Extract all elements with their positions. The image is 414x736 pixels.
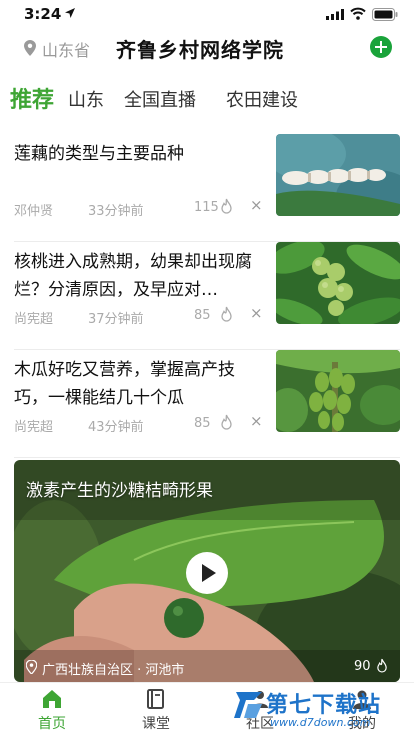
nav-label: 课堂 <box>142 716 170 732</box>
article-author: 尚宪超 <box>14 312 54 327</box>
dismiss-button[interactable]: × <box>250 412 263 430</box>
article-title[interactable]: 核桃进入成熟期，幼果却出现腐烂？分清原因，及早应对… <box>14 248 260 304</box>
tab-national-live[interactable]: 全国直播 <box>124 86 196 112</box>
app-header: 山东省 齐鲁乡村网络学院 <box>0 30 414 68</box>
wifi-icon <box>350 7 366 20</box>
tab-recommend[interactable]: 推荐 <box>10 82 54 114</box>
nav-home[interactable]: 首页 <box>12 683 92 736</box>
article-item[interactable]: 莲藕的类型与主要品种 邓仲贤 33分钟前 115 × <box>14 134 400 242</box>
article-time: 43分钟前 <box>88 420 144 435</box>
article-heat-count: 85 <box>194 416 211 431</box>
battery-icon <box>372 8 398 21</box>
walnut-image <box>276 242 400 324</box>
location-pin-icon <box>26 660 37 674</box>
article-item[interactable]: 木瓜好吃又营养，掌握高产技巧，一棵能结几十个瓜 尚宪超 43分钟前 85 × <box>14 350 400 458</box>
play-button[interactable] <box>186 552 228 594</box>
book-icon <box>147 689 164 709</box>
nav-label: 首页 <box>38 716 66 732</box>
watermark: 第七下载站 www.d7down.com <box>232 686 412 736</box>
article-item[interactable]: 核桃进入成熟期，幼果却出现腐烂？分清原因，及早应对… 尚宪超 37分钟前 85 … <box>14 242 400 350</box>
video-location: 广西壮族自治区 · 河池市 <box>42 663 185 678</box>
article-time: 33分钟前 <box>88 204 144 219</box>
article-heat-count: 115 <box>194 200 219 215</box>
video-card[interactable]: 激素产生的沙糖桔畸形果 广西壮族自治区 · 河池市 90 <box>14 460 400 682</box>
article-thumbnail[interactable] <box>276 350 400 432</box>
video-title: 激素产生的沙糖桔畸形果 <box>26 481 213 501</box>
location-pin-icon[interactable] <box>24 40 36 56</box>
video-heat-count: 90 <box>354 659 371 674</box>
dismiss-button[interactable]: × <box>250 304 263 322</box>
article-title[interactable]: 木瓜好吃又营养，掌握高产技巧，一棵能结几十个瓜 <box>14 356 260 412</box>
article-author: 尚宪超 <box>14 420 54 435</box>
add-button[interactable] <box>370 36 392 58</box>
fire-icon <box>221 306 232 322</box>
fire-icon <box>221 414 232 430</box>
dismiss-button[interactable]: × <box>250 196 263 214</box>
home-icon <box>43 690 61 708</box>
tab-farmland-construction[interactable]: 农田建设 <box>226 86 298 112</box>
lotus-root-image <box>276 134 400 216</box>
nav-classroom[interactable]: 课堂 <box>116 683 196 736</box>
article-author: 邓仲贤 <box>14 204 54 219</box>
fire-icon <box>377 658 387 673</box>
watermark-url: www.d7down.com <box>270 716 371 729</box>
article-thumbnail[interactable] <box>276 242 400 324</box>
article-time: 37分钟前 <box>88 312 144 327</box>
location-arrow-icon <box>65 8 75 18</box>
status-bar: 3:24 <box>0 0 414 30</box>
papaya-image <box>276 350 400 432</box>
tab-shandong[interactable]: 山东 <box>68 86 104 112</box>
fire-icon <box>221 198 232 214</box>
watermark-text: 第七下载站 <box>266 693 382 718</box>
category-tabs: 推荐 山东 全国直播 农田建设 <box>0 80 414 118</box>
article-title[interactable]: 莲藕的类型与主要品种 <box>14 140 260 168</box>
article-heat-count: 85 <box>194 308 211 323</box>
cellular-signal-icon <box>326 9 344 20</box>
app-title: 齐鲁乡村网络学院 <box>116 38 284 62</box>
province-selector[interactable]: 山东省 <box>42 37 90 61</box>
status-time: 3:24 <box>24 5 62 23</box>
watermark-logo-icon <box>234 692 262 718</box>
article-thumbnail[interactable] <box>276 134 400 216</box>
